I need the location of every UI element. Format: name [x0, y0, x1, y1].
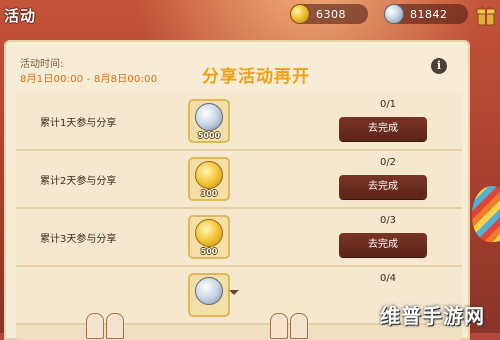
scroll-down-indicator[interactable] — [229, 290, 239, 295]
event-time-label: 活动时间: — [20, 59, 64, 70]
task-description: 累计2天参与分享 — [40, 176, 117, 187]
task-row: 累计3天参与分享 500 0/3 去完成 — [16, 209, 462, 267]
event-time-range: 8月1日00:00 - 8月8日00:00 — [20, 74, 158, 85]
go-complete-button[interactable]: 去完成 — [339, 117, 427, 141]
gem-amount: 81842 — [410, 7, 448, 21]
gold-coin-icon — [290, 4, 310, 24]
gift-icon[interactable] — [476, 4, 496, 26]
site-watermark: 维普手游网 — [380, 304, 485, 328]
task-description: 累计1天参与分享 — [40, 118, 117, 129]
top-bar: 活动 6308 81842 — [0, 0, 500, 34]
diamond-icon — [384, 4, 404, 24]
task-progress: 0/4 — [379, 273, 397, 284]
gem-counter[interactable]: 81842 — [384, 4, 468, 24]
reward-box[interactable]: 5000 — [188, 99, 230, 143]
go-complete-button[interactable]: 去完成 — [339, 175, 427, 199]
reward-box[interactable]: 300 — [188, 157, 230, 201]
reward-box[interactable] — [188, 273, 230, 317]
hot-air-balloon-decoration — [472, 186, 500, 242]
task-progress: 0/1 — [379, 99, 397, 110]
diamond-reward-icon — [195, 277, 223, 305]
task-row: 累计2天参与分享 300 0/2 去完成 — [16, 151, 462, 209]
character-hand-decoration — [106, 313, 124, 339]
reward-amount: 500 — [200, 247, 218, 256]
gold-coin-reward-icon — [195, 161, 223, 189]
go-complete-button[interactable]: 去完成 — [339, 233, 427, 257]
gold-ingot-reward-icon — [195, 219, 223, 247]
page-title: 活动 — [4, 7, 37, 25]
diamond-reward-icon — [195, 103, 223, 131]
task-progress: 0/3 — [379, 215, 397, 226]
task-description: 累计3天参与分享 — [40, 234, 117, 245]
reward-box[interactable]: 500 — [188, 215, 230, 259]
info-icon[interactable]: i — [431, 58, 447, 74]
task-progress: 0/2 — [379, 157, 397, 168]
coin-amount: 6308 — [316, 7, 346, 21]
reward-amount: 300 — [200, 189, 218, 198]
event-panel: 活动时间: 8月1日00:00 - 8月8日00:00 分享活动再开 i 累计1… — [4, 40, 470, 340]
event-title: 分享活动再开 — [202, 67, 310, 87]
character-hand-decoration — [86, 313, 104, 339]
character-hand-decoration — [270, 313, 288, 339]
coin-counter[interactable]: 6308 — [290, 4, 368, 24]
task-row: 累计1天参与分享 5000 0/1 去完成 — [16, 93, 462, 151]
reward-amount: 5000 — [197, 131, 221, 140]
character-hand-decoration — [290, 313, 308, 339]
